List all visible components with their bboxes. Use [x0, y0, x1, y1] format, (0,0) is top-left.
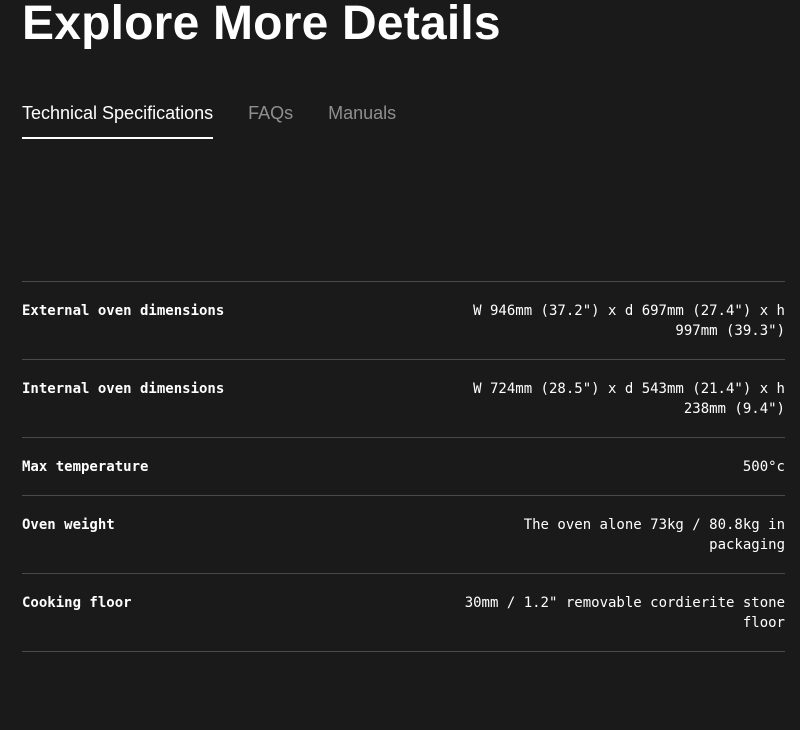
- spec-row-internal-dimensions: Internal oven dimensions W 724mm (28.5")…: [22, 360, 785, 438]
- tab-faqs[interactable]: FAQs: [248, 100, 293, 139]
- spec-row-cooking-floor: Cooking floor 30mm / 1.2" removable cord…: [22, 574, 785, 652]
- specifications-table: External oven dimensions W 946mm (37.2")…: [22, 281, 785, 652]
- section-heading: Explore More Details: [22, 0, 501, 50]
- tab-manuals[interactable]: Manuals: [328, 100, 396, 139]
- spec-row-max-temperature: Max temperature 500°c: [22, 438, 785, 496]
- spec-value: 500°c: [742, 459, 785, 475]
- spec-value: W 946mm (37.2") x d 697mm (27.4") x h 99…: [473, 303, 785, 339]
- spec-value: The oven alone 73kg / 80.8kg in packagin…: [523, 517, 785, 553]
- tab-technical-specifications[interactable]: Technical Specifications: [22, 100, 214, 139]
- spec-label: Cooking floor: [22, 595, 132, 611]
- spec-label: Internal oven dimensions: [22, 381, 225, 397]
- details-tabs: Technical Specifications FAQs Manuals: [22, 100, 431, 139]
- explore-details-section: Explore More Details Technical Specifica…: [0, 0, 800, 730]
- spec-label: External oven dimensions: [22, 303, 225, 319]
- spec-row-oven-weight: Oven weight The oven alone 73kg / 80.8kg…: [22, 496, 785, 574]
- spec-label: Max temperature: [22, 459, 149, 475]
- spec-row-external-dimensions: External oven dimensions W 946mm (37.2")…: [22, 282, 785, 360]
- spec-label: Oven weight: [22, 517, 115, 533]
- spec-value: 30mm / 1.2" removable cordierite stone f…: [464, 595, 785, 631]
- spec-value: W 724mm (28.5") x d 543mm (21.4") x h 23…: [473, 381, 785, 417]
